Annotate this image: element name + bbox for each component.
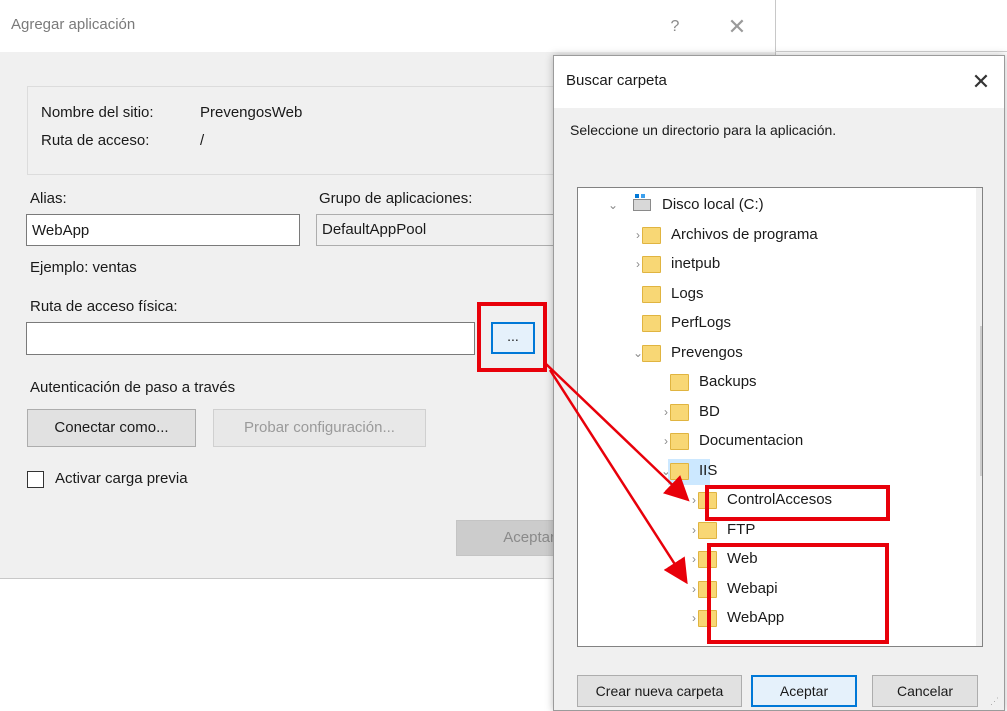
arrow-to-web-folders: [548, 369, 688, 585]
annotation-arrows: [545, 363, 690, 585]
arrow-to-controlaccesos: [545, 363, 690, 502]
